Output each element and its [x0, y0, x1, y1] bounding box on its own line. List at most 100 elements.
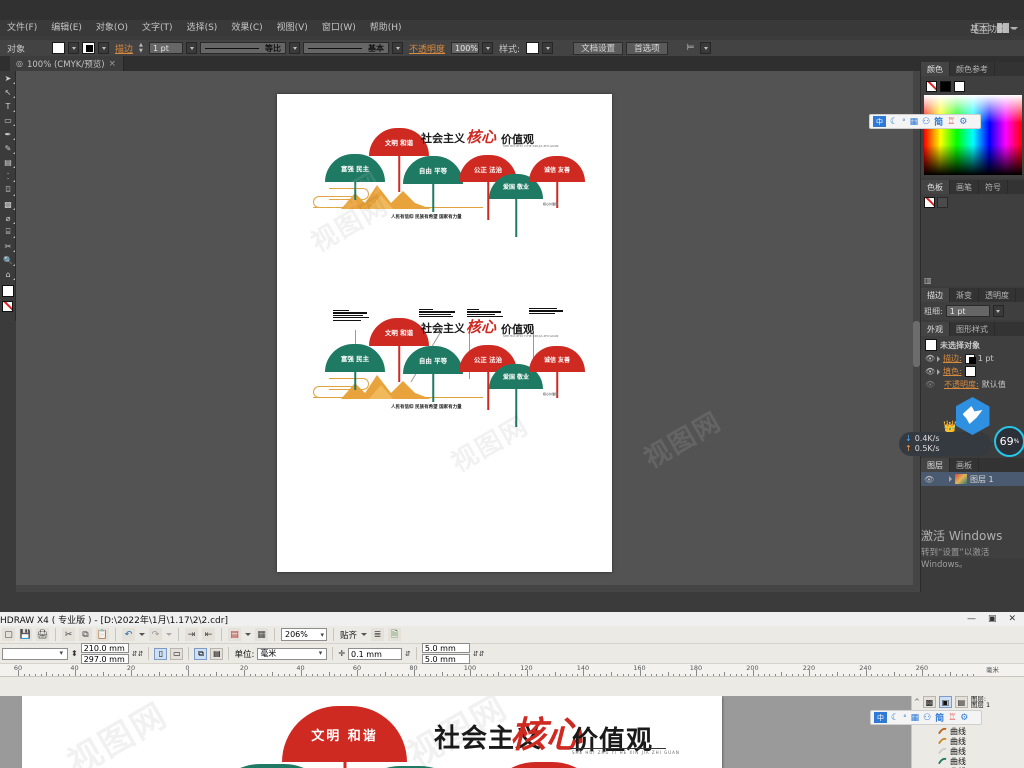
application-launcher-icon[interactable]: ▤ — [228, 628, 241, 641]
moon-icon[interactable]: ☾ — [891, 713, 899, 723]
stroke-weight-dropdown-icon[interactable] — [186, 42, 198, 54]
gear-icon[interactable]: ⚙ — [959, 117, 967, 127]
export-icon[interactable]: ⇤ — [202, 628, 215, 641]
accelerator-percent-badge[interactable]: 69% — [994, 426, 1024, 457]
chevron-right-icon[interactable] — [937, 355, 940, 362]
stroke-profile-select[interactable]: 等比 — [200, 42, 287, 54]
page-preset-combo[interactable]: ▾ — [2, 647, 68, 660]
portrait-orientation-button[interactable]: ▯ — [154, 647, 168, 660]
chevron-down-icon[interactable]: ▾ — [320, 629, 326, 641]
stroke-weight-input[interactable]: 1 pt — [945, 305, 990, 317]
appearance-fill-label[interactable]: 填色: — [943, 366, 962, 377]
undo-icon[interactable]: ↶ — [122, 628, 135, 641]
opacity-dropdown-icon[interactable] — [482, 42, 494, 54]
nudge-offset-input[interactable]: 0.1 mm — [348, 647, 403, 660]
chevron-right-icon[interactable] — [937, 368, 940, 375]
appearance-row-opacity[interactable]: 👁 不透明度: 默认值 — [923, 378, 1022, 391]
zoom-level-combo[interactable]: 206% ▾ — [281, 628, 327, 641]
menu-help[interactable]: 帮助(H) — [363, 20, 409, 36]
free-transform-tool-icon[interactable]: ⁚ — [0, 169, 16, 183]
appearance-row-fill[interactable]: 👁 填色: — [923, 365, 1022, 378]
document-icon[interactable]: 🗎 — [388, 628, 402, 641]
print-icon[interactable]: 🖨 — [36, 628, 49, 641]
tab-stroke[interactable]: 描边 — [921, 288, 950, 302]
ime-lang-icon[interactable]: 中 — [873, 116, 886, 127]
graphic-style-dropdown-icon[interactable] — [542, 42, 554, 54]
chevron-right-icon[interactable] — [949, 476, 952, 482]
coreldraw-canvas[interactable]: 文明 和谐 富强 民主 自由 平等 公正 法治 诚信 友善 — [0, 696, 911, 768]
fill-dropdown-icon[interactable] — [68, 42, 80, 54]
align-dropdown-icon[interactable] — [700, 42, 712, 54]
swatch-registration[interactable] — [937, 197, 948, 208]
pencil-tool-icon[interactable]: ✎ — [0, 141, 16, 155]
simplified-icon[interactable]: 简 — [935, 711, 944, 724]
tshirt-icon[interactable]: ♖ — [947, 117, 955, 127]
layer-name[interactable]: 图层 1 — [970, 474, 994, 485]
selection-tool-icon[interactable]: ➤ — [0, 71, 16, 85]
close-icon[interactable]: ✕ — [1008, 614, 1016, 624]
tab-gradient[interactable]: 渐变 — [950, 288, 979, 302]
menu-window[interactable]: 窗口(W) — [315, 20, 363, 36]
launcher-caret-icon[interactable] — [245, 633, 251, 636]
object-manager-list[interactable]: 曲线 曲线 曲线 曲线 曲线 曲线 — [912, 726, 1024, 768]
menu-object[interactable]: 对象(O) — [89, 20, 135, 36]
fill-swatch[interactable] — [52, 42, 66, 54]
document-tab[interactable]: ◎ 100% (CMYK/预览) × — [10, 56, 125, 71]
shape-builder-tool-icon[interactable]: ⌼ — [0, 183, 16, 197]
fill-stroke-indicator[interactable] — [2, 285, 14, 297]
tab-color-guide[interactable]: 颜色参考 — [950, 62, 995, 76]
stroke-swatch[interactable] — [82, 42, 96, 54]
swatch-none-icon[interactable] — [924, 197, 935, 208]
copy-icon[interactable]: ⧉ — [79, 628, 92, 641]
stroke-weight-input[interactable]: 1 pt — [149, 42, 184, 54]
restore-icon[interactable]: ▣ — [988, 614, 997, 624]
tab-brushes[interactable]: 画笔 — [950, 180, 979, 194]
brush-definition-select[interactable]: 基本 — [303, 42, 390, 54]
slice-tool-icon[interactable]: ✂ — [0, 239, 16, 253]
appearance-fill-swatch[interactable] — [964, 366, 976, 377]
ime-lang-icon[interactable]: 中 — [874, 712, 887, 723]
keyboard-icon[interactable]: ▦ — [911, 713, 920, 723]
tshirt-icon[interactable]: ♖ — [948, 713, 956, 723]
tab-swatches[interactable]: 色板 — [921, 180, 950, 194]
appearance-row-stroke[interactable]: 👁 描边: 1 pt — [923, 352, 1022, 365]
menu-view[interactable]: 视图(V) — [270, 20, 315, 36]
tab-symbols[interactable]: 符号 — [979, 180, 1008, 194]
document-setup-button[interactable]: 文档设置 — [573, 41, 624, 55]
color-spectrum[interactable] — [924, 95, 1022, 175]
menu-file[interactable]: 文件(F) — [0, 20, 44, 36]
nudge-stepper[interactable]: ⇵ — [405, 650, 411, 658]
type-tool-icon[interactable]: T — [0, 99, 16, 113]
zoom-tool-icon[interactable]: 🔍 — [0, 253, 16, 267]
tab-appearance[interactable]: 外观 — [921, 322, 950, 336]
coreldraw-page[interactable]: 文明 和谐 富强 民主 自由 平等 公正 法治 诚信 友善 — [22, 696, 722, 768]
menu-edit[interactable]: 编辑(E) — [44, 20, 89, 36]
menu-select[interactable]: 选择(S) — [180, 20, 225, 36]
paintbrush-tool-icon[interactable]: ✒ — [0, 127, 16, 141]
simplified-icon[interactable]: 简 — [934, 115, 943, 128]
appearance-opacity-label[interactable]: 不透明度: — [944, 379, 979, 390]
chevron-down-icon[interactable] — [1010, 27, 1016, 30]
person-icon[interactable]: ⚇ — [922, 117, 930, 127]
save-icon[interactable]: 💾 — [19, 628, 32, 641]
scrollbar-thumb[interactable] — [913, 321, 920, 367]
stroke-dropdown-icon[interactable] — [98, 42, 110, 54]
direct-selection-tool-icon[interactable]: ↖ — [0, 85, 16, 99]
stroke-weight-stepper[interactable]: ▲ ▼ — [139, 42, 146, 54]
list-item[interactable]: 曲线 — [912, 736, 1024, 746]
ime-toolbar[interactable]: 中 ☾ ° ▦ ⚇ 简 ♖ ⚙ — [869, 114, 981, 129]
none-color-icon[interactable] — [2, 301, 13, 312]
none-color-icon[interactable] — [926, 81, 937, 92]
canvas-horizontal-scrollbar[interactable] — [16, 585, 913, 592]
minimize-icon[interactable]: — — [967, 614, 976, 624]
page-size-steppers[interactable]: ⇵⇵ — [132, 650, 144, 658]
new-icon[interactable]: ▢ — [2, 628, 15, 641]
page-width-input[interactable]: 210.0 mm — [80, 643, 129, 653]
swatches-panel-body[interactable]: ▥ 👑 ↓ 0.4K/s ↑ 0.5K/s 69 % — [899, 194, 1024, 457]
blend-tool-icon[interactable]: ⌸ — [0, 225, 16, 239]
all-pages-button[interactable]: ⧉ — [194, 647, 208, 660]
horizontal-ruler[interactable]: 60 40 20 0 20 40 60 80 100 120 140 160 180 200 220 240 2… — [0, 664, 1024, 677]
workspace-switcher[interactable]: 基本功能 — [970, 22, 1016, 35]
align-icon[interactable]: ⊨ — [684, 43, 698, 53]
undo-caret-icon[interactable] — [139, 633, 145, 636]
